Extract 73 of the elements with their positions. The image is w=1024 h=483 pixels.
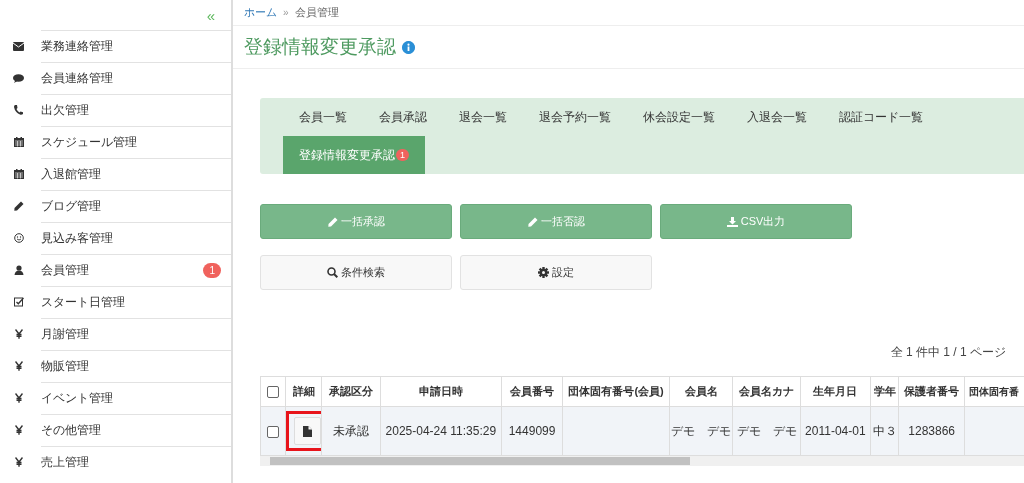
sidebar-item[interactable]: 見込み客管理 bbox=[41, 229, 231, 247]
scrollbar-thumb[interactable] bbox=[270, 457, 690, 465]
sidebar-item[interactable]: 出欠管理 bbox=[41, 101, 231, 119]
yen-icon bbox=[14, 425, 23, 435]
column-header: 会員名カナ bbox=[732, 376, 801, 407]
table-cell: 未承認 bbox=[333, 423, 370, 438]
table-cell: 1449099 bbox=[508, 424, 556, 438]
yen-icon bbox=[14, 457, 23, 467]
pencil-icon bbox=[13, 201, 24, 211]
tab[interactable]: 入退会一覧 bbox=[731, 98, 823, 136]
column-header: 申請日時 bbox=[380, 376, 502, 407]
calendar-icon bbox=[13, 137, 24, 147]
sidebar-item[interactable]: 月謝管理 bbox=[41, 325, 231, 343]
sidebar-item[interactable]: ブログ管理 bbox=[41, 197, 231, 215]
tab[interactable]: 退会一覧 bbox=[443, 98, 523, 136]
calendar-icon bbox=[13, 169, 24, 179]
table-cell: 1283866 bbox=[908, 424, 955, 438]
sidebar-item[interactable]: イベント管理 bbox=[41, 389, 231, 407]
smiley-icon bbox=[13, 233, 24, 243]
tab[interactable]: 退会予約一覧 bbox=[523, 98, 627, 136]
column-header: 団体固有番号(会員) bbox=[562, 376, 670, 407]
action-button[interactable]: 設定 bbox=[460, 255, 652, 290]
column-header: 詳細 bbox=[285, 376, 322, 407]
phone-icon bbox=[14, 105, 23, 115]
select-all-checkbox[interactable] bbox=[266, 386, 279, 399]
page-title: 登録情報変更承認 bbox=[244, 35, 396, 59]
yen-icon bbox=[14, 393, 23, 403]
search-icon bbox=[327, 267, 338, 278]
column-header: 承認区分 bbox=[322, 376, 381, 407]
sidebar-item[interactable]: 物販管理 bbox=[41, 357, 231, 375]
tab[interactable]: 休会設定一覧 bbox=[627, 98, 731, 136]
table-cell: 2011-04-01 bbox=[805, 424, 866, 438]
info-icon[interactable] bbox=[402, 40, 415, 54]
breadcrumb-link[interactable]: ホーム bbox=[244, 5, 277, 20]
sidebar-item[interactable]: 入退館管理 bbox=[41, 165, 231, 183]
column-header: 会員番号 bbox=[501, 376, 563, 407]
pencil-icon bbox=[527, 216, 538, 227]
sidebar-item[interactable]: スタート日管理 bbox=[41, 293, 231, 311]
download-icon bbox=[726, 216, 738, 227]
sidebar-item[interactable]: スケジュール管理 bbox=[41, 133, 231, 151]
table-cell: 2025-04-24 11:35:29 bbox=[385, 424, 497, 438]
tab[interactable]: 認証コード一覧 bbox=[823, 98, 939, 136]
detail-button[interactable] bbox=[293, 417, 321, 445]
tab[interactable]: 会員一覧 bbox=[283, 98, 363, 136]
yen-icon bbox=[14, 361, 23, 371]
sidebar-item[interactable]: 売上管理 bbox=[41, 453, 231, 471]
sidebar-item[interactable]: その他管理 bbox=[41, 421, 231, 439]
pencil-icon bbox=[327, 216, 338, 227]
column-header: 会員名 bbox=[669, 376, 733, 407]
count-badge: 1 bbox=[203, 262, 221, 278]
sidebar-item[interactable]: 業務連絡管理 bbox=[41, 37, 231, 55]
row-checkbox[interactable] bbox=[266, 425, 279, 438]
sidebar-item[interactable]: 会員連絡管理 bbox=[41, 69, 231, 87]
speech-bubble-icon bbox=[13, 73, 24, 83]
checkbox-icon bbox=[13, 297, 24, 307]
table-cell: 中３ bbox=[872, 423, 897, 438]
gear-icon bbox=[538, 267, 549, 278]
document-icon bbox=[302, 425, 312, 437]
person-icon bbox=[13, 265, 24, 275]
yen-icon bbox=[14, 329, 23, 339]
envelope-icon bbox=[13, 41, 24, 51]
action-button[interactable]: 条件検索 bbox=[260, 255, 452, 290]
breadcrumb-current: 会員管理 bbox=[294, 5, 339, 20]
column-header: 学年 bbox=[870, 376, 899, 407]
breadcrumb-separator: » bbox=[283, 7, 289, 18]
table-cell: デモ デモ bbox=[736, 423, 797, 438]
column-header: 保護者番号 bbox=[898, 376, 965, 407]
tab[interactable]: 会員承認 bbox=[363, 98, 443, 136]
pagination-info: 全 1 件中 1 / 1 ページ bbox=[889, 344, 1006, 361]
column-header: 生年月日 bbox=[800, 376, 871, 407]
sidebar-item[interactable]: 会員管理 bbox=[41, 261, 204, 279]
table-cell: デモ デモ bbox=[671, 423, 732, 438]
column-header: 団体固有番 bbox=[964, 376, 1024, 407]
